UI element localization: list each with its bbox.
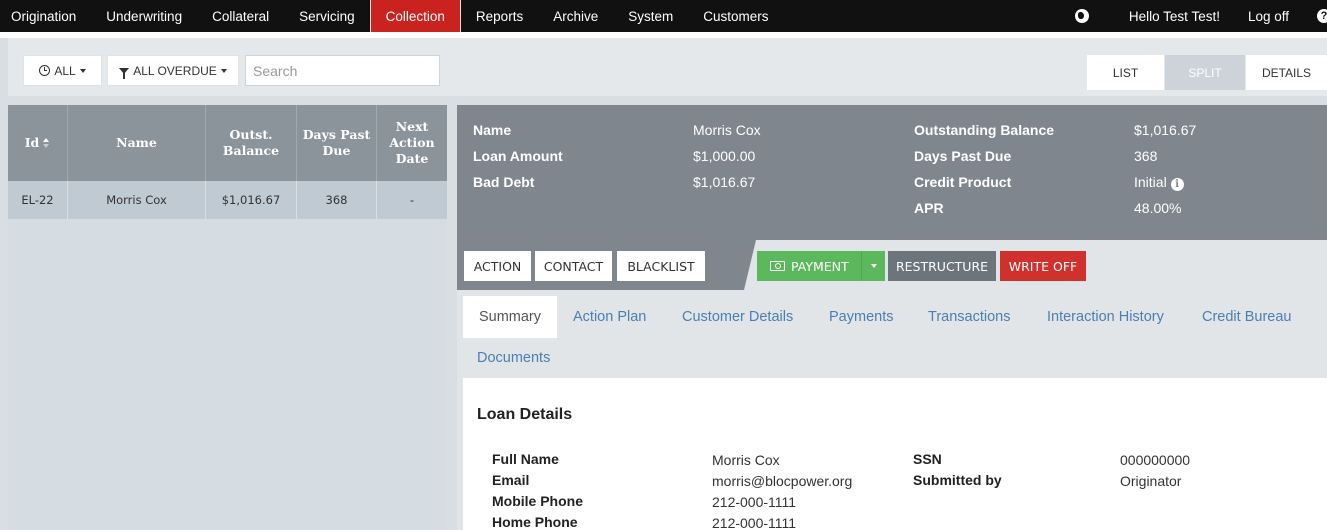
search-input[interactable]	[245, 55, 440, 86]
logoff-link[interactable]: Log off	[1248, 9, 1289, 24]
home-phone-value: 212-000-1111	[712, 515, 797, 530]
cell-name: Morris Cox	[68, 181, 206, 219]
list-empty-area	[8, 219, 447, 530]
cell-next-action: -	[409, 193, 415, 207]
action-bar: ACTION CONTACT BLACKLIST PAYMENT RESTRUC…	[457, 240, 1327, 290]
name-label: Name	[473, 122, 512, 138]
overdue-filter-button[interactable]: ALL OVERDUE	[107, 55, 239, 86]
submitted-by-value: Originator	[1120, 473, 1182, 489]
tab-action-plan[interactable]: Action Plan	[573, 296, 646, 338]
chevron-down-icon	[79, 68, 86, 73]
outstanding-label: Outstanding Balance	[914, 122, 1055, 138]
loan-amount-value: $1,000.00	[693, 148, 756, 164]
write-off-button[interactable]: WRITE OFF	[1000, 251, 1086, 281]
overdue-filter-label: ALL OVERDUE	[133, 63, 217, 78]
detail-tabs: Summary Action Plan Customer Details Pay…	[463, 294, 1327, 378]
header-balance[interactable]: Outst. Balance	[206, 105, 297, 181]
toolbar: ALL ALL OVERDUE LIST SPLIT DETAILS	[8, 38, 1327, 96]
header-id[interactable]: Id	[8, 105, 68, 181]
collection-list: Id Name Outst. Balance Days Past Due Nex…	[8, 105, 447, 530]
payment-button[interactable]: PAYMENT	[757, 251, 885, 281]
tab-interaction-history[interactable]: Interaction History	[1047, 296, 1164, 338]
header-name[interactable]: Name	[68, 105, 206, 181]
home-phone-label: Home Phone	[492, 514, 578, 530]
full-name-value: Morris Cox	[712, 452, 780, 468]
chevron-down-icon	[220, 68, 227, 73]
nav-system[interactable]: System	[613, 0, 688, 32]
info-icon[interactable]: i	[1170, 178, 1184, 191]
all-filter-button[interactable]: ALL	[23, 55, 102, 86]
help-icon[interactable]: ?	[1317, 9, 1327, 23]
tab-documents[interactable]: Documents	[477, 337, 550, 379]
clock-icon	[39, 65, 51, 76]
name-value: Morris Cox	[693, 122, 761, 138]
nav-collateral[interactable]: Collateral	[197, 0, 284, 32]
ssn-label: SSN	[913, 451, 942, 467]
email-label: Email	[492, 472, 530, 488]
outstanding-value: $1,016.67	[1134, 122, 1197, 138]
view-toggle: LIST SPLIT DETAILS	[1086, 55, 1327, 90]
money-icon	[770, 261, 785, 271]
nav-servicing[interactable]: Servicing	[284, 0, 370, 32]
nav-reports[interactable]: Reports	[461, 0, 538, 32]
tab-customer-details[interactable]: Customer Details	[682, 296, 793, 338]
submitted-by-label: Submitted by	[913, 472, 1002, 488]
sort-icon	[43, 138, 50, 148]
loan-details-title: Loan Details	[477, 406, 573, 423]
top-navigation: Origination Underwriting Collateral Serv…	[0, 0, 1327, 32]
summary-content: Loan Details Full Name Morris Cox Email …	[463, 378, 1327, 530]
header-days-past-due[interactable]: Days Past Due	[297, 105, 377, 181]
nav-archive[interactable]: Archive	[538, 0, 613, 32]
nav-collection[interactable]: Collection	[369, 0, 461, 32]
tab-summary[interactable]: Summary	[463, 296, 557, 338]
restructure-button[interactable]: RESTRUCTURE	[888, 251, 996, 281]
user-greeting[interactable]: Hello Test Test!	[1129, 9, 1220, 24]
payment-dropdown-toggle[interactable]	[861, 251, 885, 281]
globe-icon[interactable]	[1074, 9, 1089, 23]
cell-id: EL-22	[8, 181, 68, 219]
table-row[interactable]: EL-22 Morris Cox $1,016.67 368 -	[8, 181, 447, 219]
ssn-value: 000000000	[1120, 452, 1191, 468]
email-value: morris@blocpower.org	[712, 473, 853, 489]
mobile-phone-label: Mobile Phone	[492, 493, 583, 509]
loan-amount-label: Loan Amount	[473, 148, 563, 164]
header-next-action-date[interactable]: Next Action Date	[377, 105, 447, 181]
bad-debt-label: Bad Debt	[473, 174, 535, 190]
payment-label: PAYMENT	[791, 258, 849, 274]
nav-customers[interactable]: Customers	[688, 0, 783, 32]
nav-right: Hello Test Test! Log off ?	[1074, 0, 1327, 32]
nav-origination[interactable]: Origination	[0, 0, 91, 32]
credit-product-label: Credit Product	[914, 174, 1012, 190]
bad-debt-value: $1,016.67	[693, 174, 756, 190]
contact-button[interactable]: CONTACT	[535, 251, 612, 281]
mobile-phone-value: 212-000-1111	[712, 494, 797, 510]
view-split-button[interactable]: SPLIT	[1164, 55, 1245, 90]
tab-transactions[interactable]: Transactions	[928, 296, 1010, 338]
blacklist-button[interactable]: BLACKLIST	[617, 251, 705, 281]
cell-days: 368	[297, 181, 377, 219]
apr-label: APR	[914, 200, 944, 216]
action-button[interactable]: ACTION	[464, 251, 531, 281]
all-filter-label: ALL	[54, 63, 76, 78]
view-details-button[interactable]: DETAILS	[1245, 55, 1327, 90]
tab-credit-bureau[interactable]: Credit Bureau	[1202, 296, 1291, 338]
days-past-due-label: Days Past Due	[914, 148, 1012, 164]
filter-icon	[119, 67, 130, 79]
apr-value: 48.00%	[1134, 200, 1182, 216]
days-past-due-value: 368	[1134, 148, 1158, 164]
cell-balance: $1,016.67	[206, 181, 297, 219]
full-name-label: Full Name	[492, 451, 559, 467]
detail-panel: Name Morris Cox Loan Amount $1,000.00 Ba…	[457, 105, 1327, 530]
chevron-down-icon	[870, 264, 877, 268]
nav-underwriting[interactable]: Underwriting	[91, 0, 197, 32]
tab-payments[interactable]: Payments	[829, 296, 893, 338]
summary-header: Name Morris Cox Loan Amount $1,000.00 Ba…	[457, 105, 1327, 240]
view-list-button[interactable]: LIST	[1086, 55, 1164, 90]
table-header: Id Name Outst. Balance Days Past Due Nex…	[8, 105, 447, 181]
credit-product-value: Initial i	[1134, 174, 1184, 191]
